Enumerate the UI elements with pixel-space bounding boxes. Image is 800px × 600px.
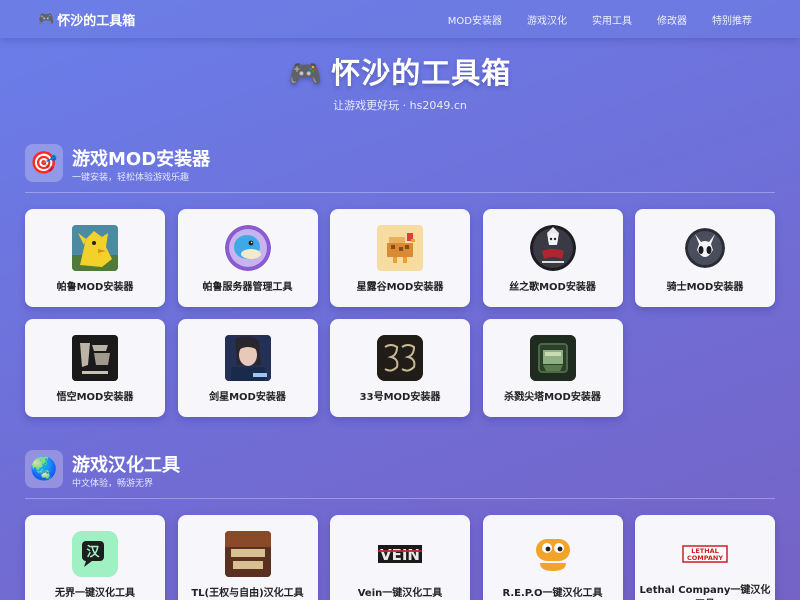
- nav-link-featured[interactable]: 特别推荐: [712, 12, 752, 27]
- card-label: R.E.P.O一键汉化工具: [502, 588, 603, 599]
- card-wukong-mod[interactable]: 悟空MOD安装器: [25, 319, 165, 417]
- card-label: 杀戮尖塔MOD安装器: [504, 392, 601, 403]
- yellow-creature-icon: [72, 225, 118, 271]
- lethal-company-logo-icon: LETHAL COMPANY: [682, 531, 728, 577]
- brand-name: 怀沙的工具箱: [57, 14, 136, 29]
- card-label: Lethal Company一键汉化工具: [639, 585, 771, 600]
- card-repo-localization[interactable]: R.E.P.O一键汉化工具: [482, 515, 623, 600]
- card-label: 33号MOD安装器: [359, 392, 441, 403]
- nav-link-mod-installer[interactable]: MOD安装器: [448, 12, 502, 27]
- card-lethal-company-localization[interactable]: LETHAL COMPANY Lethal Company一键汉化工具: [635, 515, 775, 600]
- card-label: 骑士MOD安装器: [666, 282, 744, 293]
- card-label: TL(王权与自由)汉化工具: [191, 588, 304, 599]
- card-tl-localization[interactable]: TL(王权与自由)汉化工具: [177, 515, 318, 600]
- gamepad-icon: 🎮: [38, 12, 55, 27]
- globe-icon: 🌏: [25, 450, 63, 488]
- card-label: 无界一键汉化工具: [55, 588, 135, 599]
- page-title: 🎮 怀沙的工具箱: [0, 50, 800, 92]
- card-knight-mod[interactable]: 骑士MOD安装器: [635, 209, 775, 307]
- 33-logo-icon: [377, 335, 423, 381]
- card-label: 帕鲁服务器管理工具: [202, 282, 293, 293]
- nav-link-trainers[interactable]: 修改器: [657, 12, 687, 27]
- section-divider: [25, 498, 775, 499]
- svg-text:VEIN: VEIN: [380, 546, 420, 564]
- repo-robot-icon: [530, 531, 576, 577]
- card-silksong-mod[interactable]: 丝之歌MOD安装器: [482, 209, 623, 307]
- card-label: Vein一键汉化工具: [357, 588, 443, 599]
- top-navbar: 🎮 怀沙的工具箱 MOD安装器 游戏汉化 实用工具 修改器 特别推荐: [0, 0, 800, 38]
- section-title: 游戏汉化工具: [72, 455, 180, 476]
- section-subtitle: 一键安装，轻松体验游戏乐趣: [72, 173, 190, 183]
- nav-links: MOD安装器 游戏汉化 实用工具 修改器 特别推荐: [448, 12, 752, 27]
- nav-link-localization[interactable]: 游戏汉化: [527, 12, 567, 27]
- section-header-mod: 🎯 游戏MOD安装器 一键安装，轻松体验游戏乐趣: [25, 144, 775, 196]
- card-label: 悟空MOD安装器: [56, 392, 134, 403]
- gamepad-icon: 🎮: [288, 59, 324, 90]
- wukong-cover-icon: [72, 335, 118, 381]
- svg-text:汉: 汉: [86, 544, 100, 560]
- vein-logo-icon: VEIN: [377, 531, 423, 577]
- target-icon: 🎯: [25, 144, 63, 182]
- card-label: 丝之歌MOD安装器: [509, 282, 596, 293]
- card-slay-the-spire-mod[interactable]: 杀戮尖塔MOD安装器: [482, 319, 623, 417]
- card-33-mod[interactable]: 33号MOD安装器: [330, 319, 470, 417]
- mod-installer-grid: 帕鲁MOD安装器 帕鲁服务器管理工具 星露谷MOD安装器 丝之歌MOD安装器 骑…: [25, 209, 775, 417]
- svg-text:COMPANY: COMPANY: [687, 554, 723, 562]
- localization-grid: 汉 无界一键汉化工具 TL(王权与自由)汉化工具 VEIN Vein一键汉化工具: [25, 515, 775, 600]
- section-divider: [25, 192, 775, 193]
- card-label: 帕鲁MOD安装器: [56, 282, 134, 293]
- slay-the-spire-icon: [529, 335, 576, 381]
- card-wujie-localization[interactable]: 汉 无界一键汉化工具: [25, 515, 165, 600]
- card-label: 剑星MOD安装器: [209, 392, 286, 403]
- card-stellar-blade-mod[interactable]: 剑星MOD安装器: [177, 319, 318, 417]
- section-subtitle: 中文体验，畅游无界: [72, 479, 154, 489]
- card-palworld-mod[interactable]: 帕鲁MOD安装器: [25, 209, 165, 307]
- chinese-translate-icon: 汉: [72, 531, 118, 577]
- nav-link-utilities[interactable]: 实用工具: [592, 12, 632, 27]
- card-palworld-server[interactable]: 帕鲁服务器管理工具: [177, 209, 318, 307]
- card-stardew-mod[interactable]: 星露谷MOD安装器: [330, 209, 470, 307]
- card-vein-localization[interactable]: VEIN Vein一键汉化工具: [330, 515, 470, 600]
- pixel-chicken-icon: [377, 225, 423, 271]
- section-header-localization: 🌏 游戏汉化工具 中文体验，畅游无界: [25, 450, 775, 502]
- knight-mask-icon: [685, 228, 725, 268]
- section-title: 游戏MOD安装器: [72, 149, 211, 170]
- brand-logo[interactable]: 🎮 怀沙的工具箱: [38, 10, 135, 29]
- page-title-text: 怀沙的工具箱: [331, 56, 512, 90]
- stellar-blade-cover-icon: [224, 335, 271, 381]
- page-subtitle: 让游戏更好玩 · hs2049.cn: [333, 99, 467, 112]
- silksong-logo-icon: [529, 225, 576, 271]
- throne-liberty-cover-icon: [224, 531, 271, 577]
- blue-creature-icon: [224, 225, 271, 271]
- card-label: 星露谷MOD安装器: [356, 282, 444, 293]
